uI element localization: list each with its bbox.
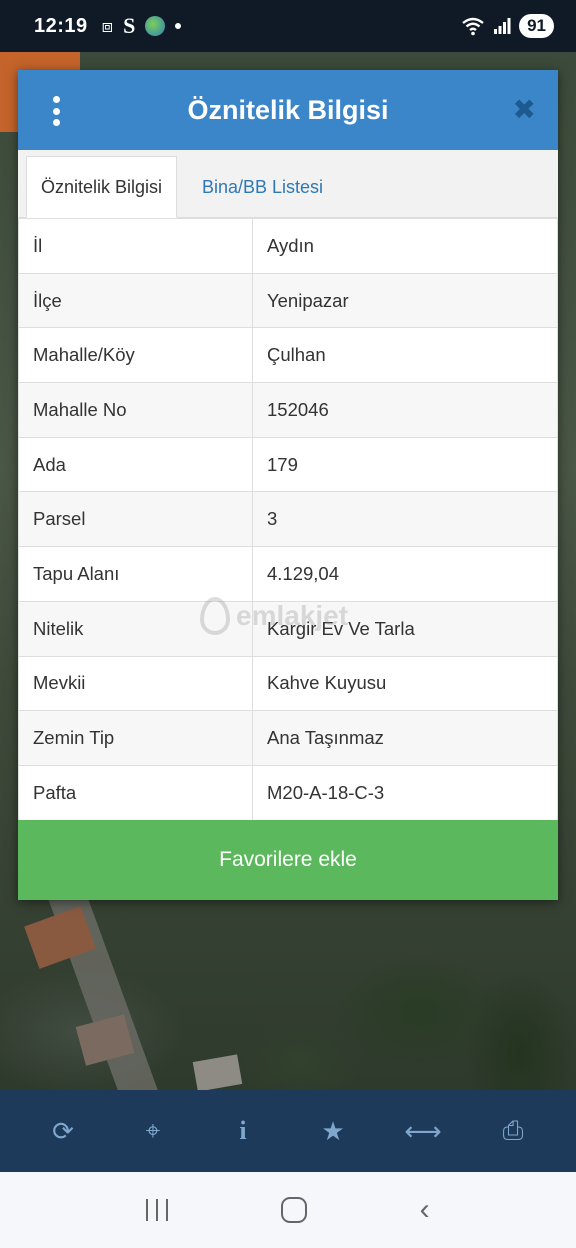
- battery-indicator: 91: [519, 14, 554, 38]
- table-row: Nitelik Kargir Ev Ve Tarla: [18, 600, 558, 657]
- row-key: Ada: [18, 436, 253, 493]
- table-row: İlçe Yenipazar: [18, 272, 558, 329]
- row-value: 152046: [252, 382, 558, 438]
- refresh-icon[interactable]: ⟳: [38, 1116, 88, 1147]
- row-key: Tapu Alanı: [18, 546, 253, 602]
- signal-icon: [494, 18, 511, 34]
- row-value: M20-A-18-C-3: [252, 764, 558, 821]
- dialog-title: Öznitelik Bilgisi: [187, 94, 389, 125]
- measure-icon[interactable]: ⟷: [398, 1116, 448, 1147]
- back-icon[interactable]: ‹: [420, 1193, 430, 1227]
- table-row: Mevkii Kahve Kuyusu: [18, 655, 558, 712]
- star-icon[interactable]: ★: [308, 1116, 358, 1147]
- row-value: Kahve Kuyusu: [252, 655, 558, 712]
- globe-app-icon: [145, 16, 166, 36]
- table-row: Mahalle/Köy Çulhan: [18, 327, 558, 384]
- row-value: Çulhan: [252, 327, 558, 384]
- screenshot-icon: ⧈: [101, 15, 114, 36]
- row-value: 179: [252, 436, 558, 493]
- row-value: 4.129,04: [252, 546, 558, 602]
- row-key: Mahalle No: [18, 382, 253, 438]
- print-icon[interactable]: ⎙: [488, 1115, 538, 1147]
- table-row: Ada 179: [18, 436, 558, 493]
- map-toolbar: ⟳ ⌖ i ★ ⟷ ⎙: [0, 1090, 576, 1172]
- row-key: İl: [18, 218, 253, 274]
- table-row: Pafta M20-A-18-C-3: [18, 764, 558, 821]
- notification-dot: [175, 23, 182, 29]
- table-row: İl Aydın: [18, 218, 558, 274]
- wifi-icon: [462, 17, 484, 36]
- tabs-bar: Öznitelik Bilgisi Bina/BB Listesi: [18, 150, 558, 218]
- tab-attribute-info[interactable]: Öznitelik Bilgisi: [26, 156, 178, 218]
- recent-apps-icon[interactable]: [146, 1199, 169, 1221]
- table-row: Zemin Tip Ana Taşınmaz: [18, 710, 558, 766]
- row-key: Parsel: [18, 491, 253, 548]
- row-value: Ana Taşınmaz: [252, 710, 558, 766]
- attribute-dialog: Öznitelik Bilgisi ✖ Öznitelik Bilgisi Bi…: [18, 70, 558, 900]
- row-key: Nitelik: [18, 600, 253, 657]
- dialog-header: Öznitelik Bilgisi ✖: [18, 70, 558, 150]
- status-time: 12:19: [34, 14, 88, 37]
- table-row: Tapu Alanı 4.129,04: [18, 546, 558, 602]
- table-row: Mahalle No 152046: [18, 382, 558, 438]
- info-icon[interactable]: i: [218, 1116, 268, 1146]
- table-row: Parsel 3: [18, 491, 558, 548]
- row-value: Aydın: [252, 218, 558, 274]
- status-bar: 12:19 ⧈ S 91: [0, 0, 576, 52]
- row-key: Mahalle/Köy: [18, 327, 253, 384]
- row-value: Yenipazar: [252, 272, 558, 329]
- close-icon[interactable]: ✖: [513, 96, 536, 124]
- row-key: İlçe: [18, 272, 253, 329]
- navigation-bar: ‹: [0, 1172, 576, 1248]
- s-app-icon: S: [123, 13, 136, 38]
- add-to-favorites-button[interactable]: Favorilere ekle: [18, 820, 558, 900]
- more-menu-icon[interactable]: [50, 96, 62, 126]
- home-icon[interactable]: [280, 1197, 307, 1223]
- row-key: Zemin Tip: [18, 710, 253, 766]
- row-key: Mevkii: [18, 655, 253, 712]
- attribute-table: İl Aydın İlçe Yenipazar Mahalle/Köy Çulhan …: [18, 218, 558, 821]
- row-value: Kargir Ev Ve Tarla: [252, 600, 558, 657]
- locate-icon[interactable]: ⌖: [128, 1115, 178, 1147]
- tab-building-list[interactable]: Bina/BB Listesi: [188, 156, 337, 218]
- row-key: Pafta: [18, 764, 253, 821]
- notification-icons: ⧈ S: [102, 13, 182, 39]
- system-icons: 91: [461, 14, 554, 38]
- row-value: 3: [252, 491, 558, 548]
